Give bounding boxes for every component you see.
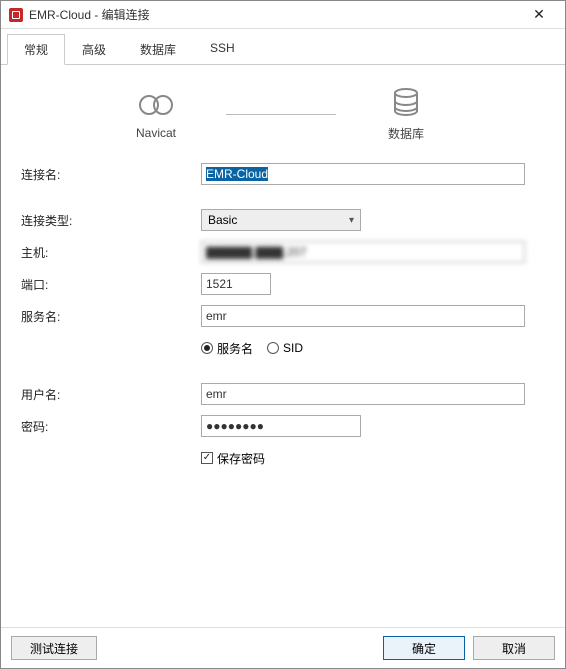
connection-diagram: Navicat 数据库: [21, 79, 541, 148]
username-label: 用户名:: [21, 386, 201, 403]
conn-name-label: 连接名:: [21, 166, 201, 183]
close-icon[interactable]: ✕: [521, 6, 557, 23]
cancel-button[interactable]: 取消: [473, 636, 555, 660]
port-label: 端口:: [21, 276, 201, 293]
radio-dot-icon: [267, 342, 279, 354]
navicat-label: Navicat: [136, 126, 176, 140]
radio-sid[interactable]: SID: [267, 341, 303, 355]
radio-service-name[interactable]: 服务名: [201, 340, 253, 357]
tab-bar: 常规 高级 数据库 SSH: [1, 29, 565, 65]
port-input[interactable]: [201, 273, 271, 295]
host-label: 主机:: [21, 244, 201, 261]
database-endpoint: 数据库: [346, 87, 466, 142]
service-name-input[interactable]: [201, 305, 525, 327]
service-label: 服务名:: [21, 308, 201, 325]
conn-type-value: Basic: [208, 213, 237, 227]
password-input[interactable]: [201, 415, 361, 437]
save-password-label: 保存密码: [217, 450, 265, 467]
window-title: EMR-Cloud - 编辑连接: [29, 6, 521, 23]
navicat-endpoint: Navicat: [96, 90, 216, 140]
conn-type-select[interactable]: Basic ▾: [201, 209, 361, 231]
database-icon: [391, 87, 421, 119]
form: 连接名: 连接类型: Basic ▾ 主机: 端口:: [21, 162, 541, 470]
test-connection-button[interactable]: 测试连接: [11, 636, 97, 660]
tab-database[interactable]: 数据库: [123, 34, 193, 65]
conn-name-input[interactable]: [201, 163, 525, 185]
conn-type-label: 连接类型:: [21, 212, 201, 229]
radio-dot-icon: [201, 342, 213, 354]
radio-sid-label: SID: [283, 341, 303, 355]
tab-advanced[interactable]: 高级: [65, 34, 123, 65]
navicat-icon: [138, 90, 174, 120]
host-input[interactable]: [201, 241, 525, 263]
username-input[interactable]: [201, 383, 525, 405]
tab-ssh[interactable]: SSH: [193, 34, 252, 65]
database-label: 数据库: [388, 125, 424, 142]
save-password-checkbox[interactable]: ✓ 保存密码: [201, 450, 265, 467]
content-area: Navicat 数据库 连接名: 连接类型:: [1, 65, 565, 470]
tab-general[interactable]: 常规: [7, 34, 65, 65]
ok-button[interactable]: 确定: [383, 636, 465, 660]
password-label: 密码:: [21, 418, 201, 435]
app-icon: [9, 8, 23, 22]
checkbox-icon: ✓: [201, 452, 213, 464]
radio-service-label: 服务名: [217, 340, 253, 357]
chevron-down-icon: ▾: [349, 215, 354, 226]
footer: 测试连接 确定 取消: [1, 627, 565, 668]
connection-line: [226, 114, 336, 115]
titlebar: EMR-Cloud - 编辑连接 ✕: [1, 1, 565, 29]
